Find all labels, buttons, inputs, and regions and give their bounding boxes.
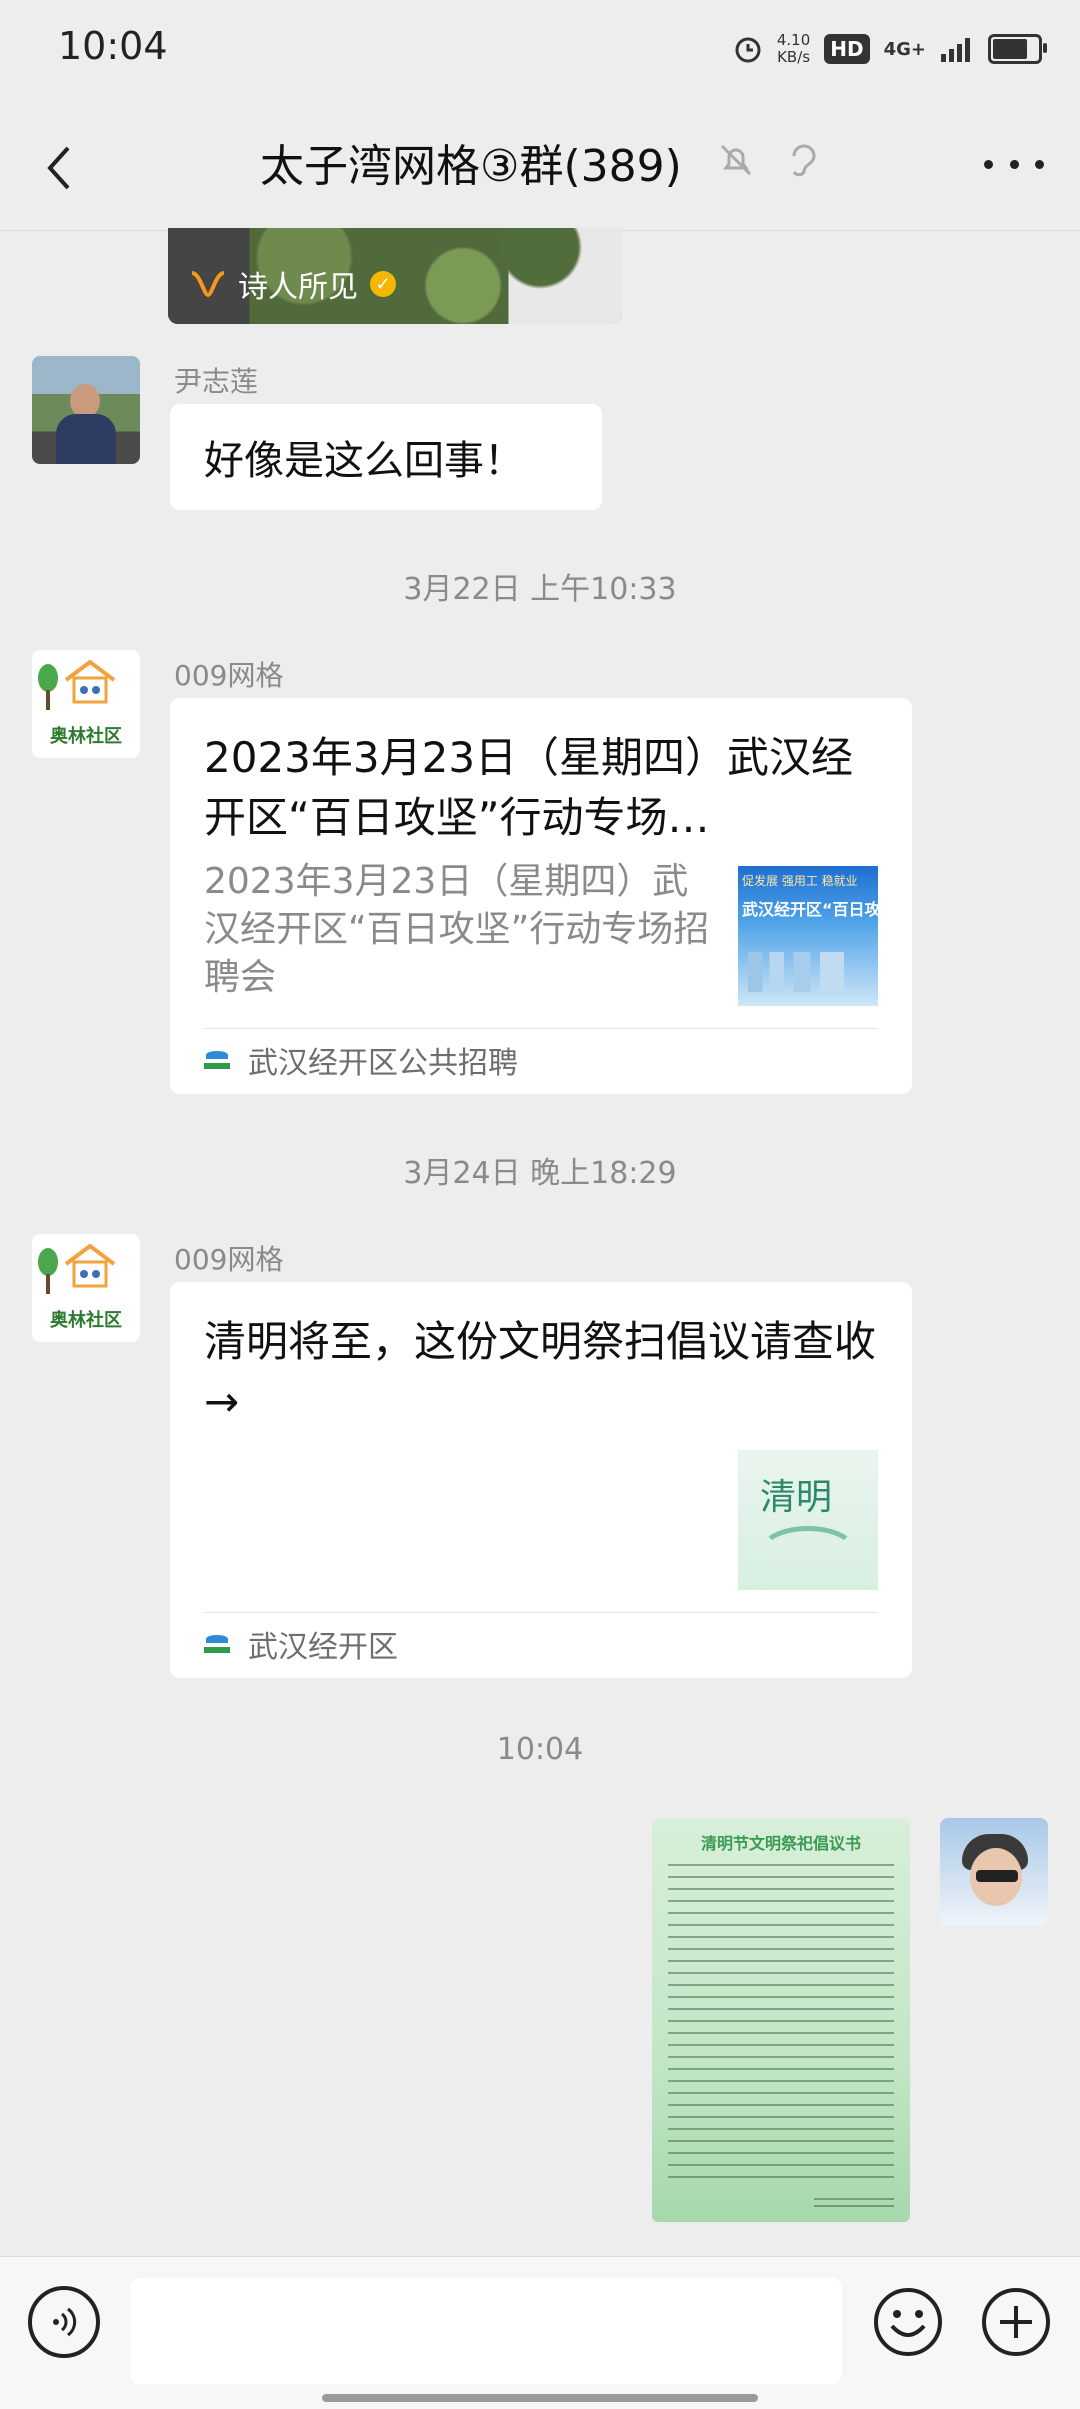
plus-icon (982, 2288, 1050, 2356)
timestamp: 3月24日 晚上18:29 (403, 1156, 677, 1191)
alarm-icon (735, 37, 761, 63)
message-bubble[interactable]: 好像是这么回事！ (170, 404, 602, 510)
sender-name: 009网格 (174, 1243, 284, 1276)
battery-icon (988, 34, 1047, 64)
ear-icon (792, 144, 816, 177)
shared-video-card[interactable]: 诗人所见 ✓ (168, 228, 622, 324)
card-description: 2023年3月23日（星期四）武汉经开区“百日攻坚”行动专场招聘会 (204, 861, 710, 998)
title-status-icons (718, 140, 818, 180)
timestamp: 10:04 (496, 1732, 584, 1767)
network-type: 4G+ (883, 38, 926, 60)
source-logo-icon (204, 1633, 230, 1655)
image-message[interactable]: 清明节文明祭祀倡议书 (652, 1818, 910, 2222)
network-speed: 4.10 KB/s (776, 31, 811, 66)
card-thumbnail: 促发展 强用工 稳就业 武汉经开区“百日攻 (738, 866, 878, 1006)
voice-icon (53, 2307, 77, 2337)
avatar[interactable]: 奥林社区 (32, 1234, 140, 1342)
voice-button[interactable] (28, 2286, 100, 2358)
home-indicator[interactable] (322, 2394, 758, 2402)
card-title: 2023年3月23日（星期四）武汉经开区“百日攻坚”行动专场… (204, 733, 854, 842)
sender-name: 009网格 (174, 659, 284, 692)
bell-muted-icon (720, 144, 752, 176)
link-card[interactable]: 2023年3月23日（星期四）武汉经开区“百日攻坚”行动专场… 2023年3月2… (170, 698, 912, 1094)
back-button[interactable] (30, 132, 86, 204)
card-source: 武汉经开区 (204, 1624, 398, 1665)
source-logo-icon (204, 1049, 230, 1071)
verified-icon: ✓ (370, 271, 396, 297)
card-source: 武汉经开区公共招聘 (204, 1040, 518, 1081)
video-source: 诗人所见 ✓ (190, 262, 396, 306)
image-title: 清明节文明祭祀倡议书 (700, 1834, 861, 1853)
hd-badge: HD (824, 34, 870, 64)
chevron-left-icon (47, 146, 70, 190)
card-thumbnail: 清明 (738, 1450, 878, 1590)
link-card[interactable]: 清明将至，这份文明祭扫倡议请查收→ 清明 武汉经开区 (170, 1282, 912, 1678)
emoji-button[interactable] (872, 2286, 944, 2358)
avatar[interactable]: 奥林社区 (32, 650, 140, 758)
avatar[interactable] (32, 356, 140, 464)
plus-button[interactable] (980, 2286, 1052, 2358)
message-input[interactable] (130, 2278, 842, 2384)
status-icons: 4.10 KB/s HD 4G+ (733, 26, 1047, 72)
more-button[interactable] (984, 140, 1044, 188)
status-time: 10:04 (58, 24, 168, 68)
channel-logo-icon (191, 271, 225, 298)
card-title: 清明将至，这份文明祭扫倡议请查收→ (204, 1317, 877, 1426)
timestamp: 3月22日 上午10:33 (403, 572, 677, 607)
signal-icon (941, 38, 970, 62)
sender-name: 尹志莲 (174, 365, 259, 398)
emoji-icon (874, 2288, 942, 2356)
chat-title: 太子湾网格③群(389) (260, 141, 682, 192)
my-avatar[interactable] (940, 1818, 1048, 1926)
